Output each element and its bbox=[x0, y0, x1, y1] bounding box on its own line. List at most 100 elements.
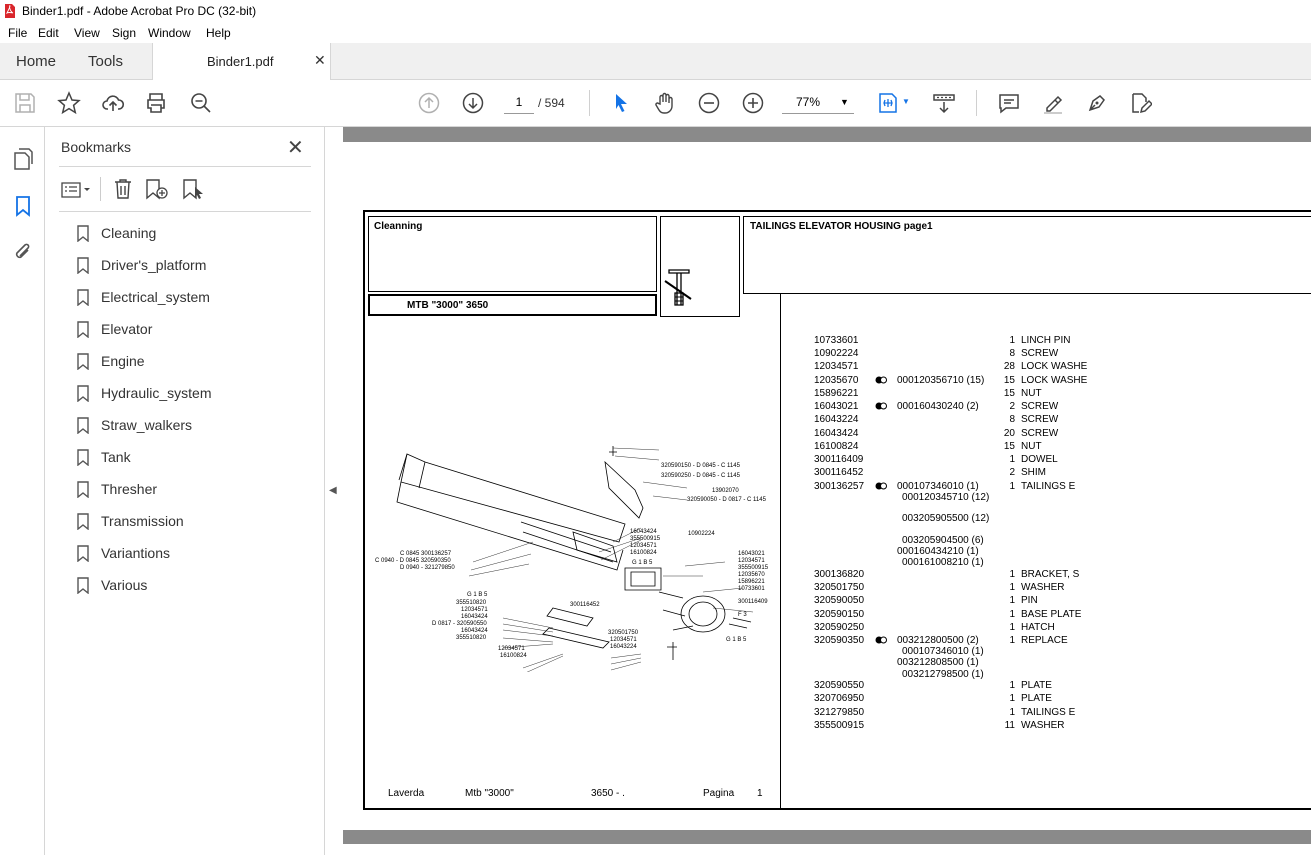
part-qty: 1 bbox=[1009, 693, 1015, 704]
document-viewport[interactable]: Cleanning MTB "3000" 3650 TAILINGS ELEVA… bbox=[343, 127, 1311, 855]
print-icon[interactable] bbox=[144, 91, 168, 115]
bookmarks-title: Bookmarks bbox=[61, 139, 132, 155]
page-thumbnails-icon[interactable] bbox=[13, 148, 33, 170]
diagram-callout-label: 12034571 bbox=[461, 607, 488, 613]
menu-window[interactable]: Window bbox=[148, 26, 191, 40]
bookmark-icon bbox=[77, 417, 89, 434]
menu-edit[interactable]: Edit bbox=[38, 26, 59, 40]
fit-page-icon[interactable] bbox=[876, 91, 900, 115]
fit-menu-chevron-icon[interactable]: ▼ bbox=[902, 97, 910, 106]
bookmarks-panel: Bookmarks ✕ Cleaning Driver's_platform Ele… bbox=[45, 127, 325, 855]
part-icon-box bbox=[660, 216, 740, 317]
toolbar-divider bbox=[100, 177, 101, 201]
diagram-callout-label: C 0845 300136257 bbox=[400, 551, 452, 557]
panel-collapse-handle[interactable]: ◀ bbox=[325, 127, 343, 855]
find-zoom-icon[interactable] bbox=[189, 91, 213, 115]
part-description: NUT bbox=[1021, 388, 1042, 399]
zoom-select[interactable]: 77% ▼ bbox=[782, 90, 854, 114]
part-qty: 2 bbox=[1009, 401, 1015, 412]
diagram-callout-label: 320590150 - D 0845 - C 1145 bbox=[661, 463, 740, 469]
bookmark-item[interactable]: Straw_walkers bbox=[77, 415, 317, 447]
star-icon[interactable] bbox=[57, 91, 81, 115]
part-qty: 8 bbox=[1009, 348, 1015, 359]
diagram-callout-label: 16043424 bbox=[461, 614, 488, 620]
part-code: 320590350 bbox=[814, 635, 865, 646]
bookmark-item[interactable]: Variantions bbox=[77, 543, 317, 575]
part-description: DOWEL bbox=[1021, 454, 1058, 465]
bookmark-item[interactable]: Driver's_platform bbox=[77, 255, 317, 287]
bookmarks-panel-icon[interactable] bbox=[15, 195, 31, 217]
page-down-icon[interactable] bbox=[461, 91, 485, 115]
bookmark-icon bbox=[77, 481, 89, 498]
part-description: LINCH PIN bbox=[1021, 335, 1071, 346]
tab-home[interactable]: Home bbox=[16, 53, 56, 70]
delete-bookmark-icon[interactable] bbox=[113, 178, 133, 200]
zoom-in-icon[interactable] bbox=[741, 91, 765, 115]
menu-file[interactable]: File bbox=[8, 26, 27, 40]
part-code: 321279850 bbox=[814, 707, 865, 718]
part-qty: 15 bbox=[1003, 388, 1015, 399]
bookmark-item[interactable]: Various bbox=[77, 575, 317, 607]
bookmark-options-icon[interactable] bbox=[61, 180, 91, 200]
bookmark-item[interactable]: Transmission bbox=[77, 511, 317, 543]
bookmark-item[interactable]: Cleaning bbox=[77, 223, 317, 255]
scroll-mode-icon[interactable] bbox=[932, 91, 956, 115]
select-cursor-icon[interactable] bbox=[609, 91, 633, 115]
menu-help[interactable]: Help bbox=[206, 26, 231, 40]
highlight-pen-icon[interactable] bbox=[1041, 91, 1065, 115]
part-code: 300136820 bbox=[814, 569, 865, 580]
diagram-callout-label: 300116452 bbox=[570, 602, 600, 608]
bookmark-item[interactable]: Thresher bbox=[77, 479, 317, 511]
part-qty: 1 bbox=[1009, 454, 1015, 465]
fill-sign-icon[interactable] bbox=[1085, 91, 1109, 115]
next-pdf-page bbox=[343, 844, 1311, 855]
diagram-callout-label: 12034571 bbox=[498, 646, 525, 652]
part-qty: 1 bbox=[1009, 635, 1015, 646]
zoom-out-icon[interactable] bbox=[697, 91, 721, 115]
diagram-callout-label: 320590050 - D 0817 - C 1145 bbox=[687, 497, 766, 503]
part-code: 16043021 bbox=[814, 401, 859, 412]
part-code: 320590550 bbox=[814, 680, 865, 691]
group-box: Cleanning bbox=[368, 216, 657, 292]
new-bookmark-icon[interactable] bbox=[145, 178, 169, 200]
close-tab-icon[interactable]: ✕ bbox=[314, 52, 326, 69]
page-heading: TAILINGS ELEVATOR HOUSING page1 bbox=[750, 221, 933, 232]
part-code: 15896221 bbox=[814, 388, 859, 399]
left-navigation-rail bbox=[0, 127, 45, 855]
bookmark-label: Variantions bbox=[101, 545, 171, 561]
menu-sign[interactable]: Sign bbox=[112, 26, 136, 40]
page-up-icon[interactable] bbox=[417, 91, 441, 115]
upload-cloud-icon[interactable] bbox=[101, 91, 125, 115]
part-qty: 1 bbox=[1009, 595, 1015, 606]
edit-pdf-icon[interactable] bbox=[1128, 91, 1154, 115]
bookmark-from-selection-icon[interactable] bbox=[182, 178, 206, 200]
hand-tool-icon[interactable] bbox=[653, 91, 677, 115]
diagram-callout-label: 16043224 bbox=[610, 644, 637, 650]
bookmark-item[interactable]: Hydraulic_system bbox=[77, 383, 317, 415]
bookmark-item[interactable]: Electrical_system bbox=[77, 287, 317, 319]
attachments-icon[interactable] bbox=[12, 241, 34, 265]
close-panel-icon[interactable]: ✕ bbox=[287, 135, 304, 160]
diagram-callout-label: D 0940 - 321279850 bbox=[400, 565, 455, 571]
bookmark-label: Cleaning bbox=[101, 225, 157, 241]
diagram-callout-label: 16043424 bbox=[630, 529, 657, 535]
diagram-callout-label: 320501750 bbox=[608, 630, 639, 636]
part-description: LOCK WASHE bbox=[1021, 375, 1088, 386]
group-title: Cleanning bbox=[374, 221, 423, 232]
part-qty: 1 bbox=[1009, 707, 1015, 718]
part-qty: 28 bbox=[1003, 361, 1015, 372]
part-code: 320590250 bbox=[814, 622, 865, 633]
menu-view[interactable]: View bbox=[74, 26, 100, 40]
comment-icon[interactable] bbox=[997, 91, 1021, 115]
save-icon[interactable] bbox=[13, 91, 37, 115]
page-number-input[interactable]: 1 bbox=[504, 90, 534, 114]
toolbar-divider bbox=[976, 90, 977, 116]
bookmark-item[interactable]: Engine bbox=[77, 351, 317, 383]
tab-document[interactable]: Binder1.pdf ✕ bbox=[152, 43, 331, 81]
tab-tools[interactable]: Tools bbox=[88, 53, 123, 70]
bookmark-item[interactable]: Elevator bbox=[77, 319, 317, 351]
bookmark-item[interactable]: Tank bbox=[77, 447, 317, 479]
part-description: REPLACE bbox=[1021, 635, 1068, 646]
diagram-callout-label: 12034571 bbox=[610, 637, 637, 643]
bookmark-icon bbox=[77, 321, 89, 338]
